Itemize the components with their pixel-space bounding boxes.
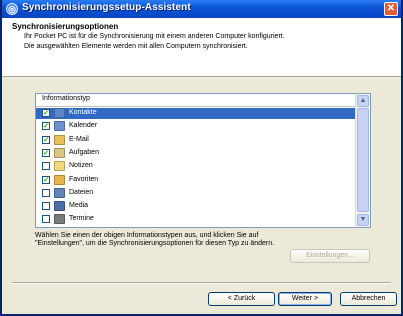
checkbox-unchecked[interactable] — [42, 188, 50, 197]
checkbox-checked[interactable]: ✓ — [42, 148, 50, 157]
checkbox-checked[interactable]: ✓ — [42, 135, 50, 144]
title-bar[interactable]: ◎ Synchronisierungssetup-Assistent ✕ — [2, 0, 401, 18]
list-item-label: E-Mail — [69, 135, 89, 143]
checkbox-unchecked[interactable] — [42, 202, 50, 211]
appointments-icon — [54, 214, 65, 225]
list-column-header[interactable]: Informationstyp — [36, 94, 356, 107]
notes-icon — [54, 161, 65, 172]
calendar-icon — [54, 121, 65, 132]
email-icon — [54, 134, 65, 145]
information-type-list[interactable]: Informationstyp ✓ Kontakte ✓ Kalender ✓ E-Mai… — [35, 93, 371, 228]
sync-app-icon: ◎ — [6, 3, 18, 15]
column-header-label: Informationstyp — [42, 95, 90, 102]
tasks-icon — [54, 147, 65, 158]
list-item[interactable]: ✓ Aufgaben — [36, 147, 356, 159]
close-button[interactable]: ✕ — [384, 2, 398, 16]
settings-button[interactable]: Einstellungen... — [290, 249, 370, 263]
scroll-down-button[interactable]: ▼ — [357, 214, 369, 226]
scroll-thumb[interactable] — [357, 108, 369, 212]
header-description-line2: Die ausgewählten Elemente werden mit all… — [24, 43, 248, 50]
checkbox-unchecked[interactable] — [42, 215, 50, 224]
next-button[interactable]: Weiter > — [278, 292, 332, 306]
list-item-label: Termine — [69, 215, 94, 223]
scroll-up-button[interactable]: ▲ — [357, 95, 369, 107]
list-item-label: Kontakte — [69, 109, 97, 116]
help-text: Wählen Sie einen der obigen Informations… — [35, 232, 275, 247]
list-item[interactable]: Dateien — [36, 187, 356, 199]
list-item-label: Favoriten — [69, 175, 99, 183]
list-item-label: Aufgaben — [69, 148, 99, 156]
list-item[interactable]: Termine — [36, 214, 356, 225]
checkbox-checked[interactable]: ✓ — [42, 122, 50, 131]
checkbox-unchecked[interactable] — [42, 162, 50, 171]
files-icon — [54, 187, 65, 198]
list-item[interactable]: ✓ E-Mail — [36, 134, 356, 146]
list-item-label: Media — [69, 202, 89, 210]
favorites-icon — [54, 174, 65, 185]
list-item[interactable]: ✓ Kalender — [36, 121, 356, 132]
wizard-window: ◎ Synchronisierungssetup-Assistent ✕ Syn… — [0, 0, 403, 316]
checkbox-checked[interactable]: ✓ — [42, 109, 50, 117]
list-item-label: Kalender — [69, 122, 98, 130]
list-item[interactable]: Notizen — [36, 161, 356, 172]
list-item[interactable]: Media — [36, 201, 356, 212]
cancel-button[interactable]: Abbrechen — [340, 292, 397, 306]
list-item-label: Dateien — [69, 188, 94, 196]
vertical-scrollbar[interactable]: ▲ ▼ — [355, 94, 370, 227]
page-title: Synchronisierungsoptionen — [12, 22, 119, 31]
list-item[interactable]: ✓ Favoriten — [36, 174, 356, 186]
button-separator — [12, 282, 391, 284]
media-icon — [54, 201, 65, 212]
header-description-line1: Ihr Pocket PC ist für die Synchronisieru… — [24, 33, 285, 40]
list-item[interactable]: ✓ Kontakte — [36, 108, 356, 119]
window-title: Synchronisierungssetup-Assistent — [22, 2, 191, 13]
list-item-label: Notizen — [69, 162, 93, 170]
checkbox-checked[interactable]: ✓ — [42, 175, 50, 184]
back-button[interactable]: < Zurück — [208, 292, 275, 306]
contacts-icon — [54, 108, 65, 118]
